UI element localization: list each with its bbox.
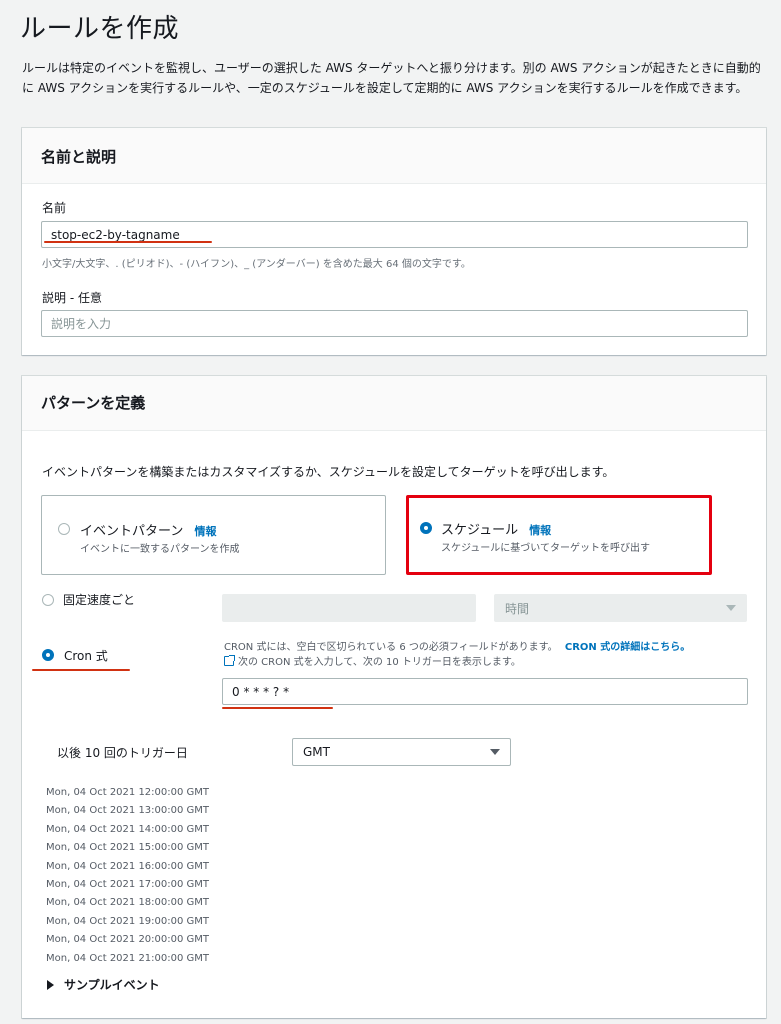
caret-down-icon xyxy=(726,605,736,611)
name-hint: 小文字/大文字、. (ピリオド)、- (ハイフン)、_ (アンダーバー) を含め… xyxy=(42,259,471,270)
radio-icon[interactable] xyxy=(58,523,70,535)
trigger-date: Mon, 04 Oct 2021 21:00:00 GMT xyxy=(46,952,210,964)
annotation-underline-cron-input xyxy=(222,707,333,709)
trigger-dates-label: 以後 10 回のトリガー日 xyxy=(57,746,188,760)
trigger-date: Mon, 04 Oct 2021 12:00:00 GMT xyxy=(46,787,210,798)
cron-help: CRON 式には、空白で区切られている 6 つの必須フィールドがあります。 CR… xyxy=(224,640,748,670)
pattern-intro: イベントパターンを構築またはカスタマイズするか、スケジュールを設定してターゲット… xyxy=(42,465,615,479)
fixed-rate-unit-select[interactable]: 時間 xyxy=(494,594,747,622)
fixed-rate-label: 固定速度ごと xyxy=(63,593,136,607)
name-label: 名前 xyxy=(42,201,67,215)
trigger-date: Mon, 04 Oct 2021 16:00:00 GMT xyxy=(46,860,210,872)
trigger-date: Mon, 04 Oct 2021 18:00:00 GMT xyxy=(46,897,210,909)
event-pattern-tile[interactable]: イベントパターン 情報 イベントに一致するパターンを作成 xyxy=(41,495,386,575)
trigger-date: Mon, 04 Oct 2021 14:00:00 GMT xyxy=(46,823,210,835)
name-input[interactable]: stop-ec2-by-tagname xyxy=(41,221,748,248)
annotation-box-schedule xyxy=(406,495,712,575)
cron-details-link[interactable]: CRON 式の詳細はこちら。 xyxy=(565,642,690,653)
cron-expression-input[interactable]: 0 * * * ? * xyxy=(222,678,748,705)
cron-expression-value: 0 * * * ? * xyxy=(232,684,290,699)
card-header: パターンを定義 xyxy=(22,376,766,431)
sample-event-label: サンプルイベント xyxy=(64,978,160,992)
sample-event-toggle[interactable]: サンプルイベント xyxy=(47,976,160,993)
event-pattern-title: イベントパターン xyxy=(80,524,184,539)
page-title: ルールを作成 xyxy=(20,14,180,44)
trigger-date: Mon, 04 Oct 2021 15:00:00 GMT xyxy=(46,842,210,854)
timezone-value: GMT xyxy=(303,745,330,759)
caret-down-icon xyxy=(490,749,500,755)
trigger-dates-list: Mon, 04 Oct 2021 12:00:00 GMT Mon, 04 Oc… xyxy=(46,784,209,968)
cron-help-text-2: 次の CRON 式を入力して、次の 10 トリガー日を表示します。 xyxy=(238,657,521,668)
description-placeholder: 説明を入力 xyxy=(51,317,112,331)
trigger-date: Mon, 04 Oct 2021 13:00:00 GMT xyxy=(46,805,210,817)
page-description: ルールは特定のイベントを監視し、ユーザーの選択した AWS ターゲットへと振り分… xyxy=(22,61,761,95)
cron-label: Cron 式 xyxy=(64,649,108,663)
annotation-underline-cron xyxy=(32,669,130,671)
card-header: 名前と説明 xyxy=(22,128,766,184)
event-pattern-info-link[interactable]: 情報 xyxy=(194,525,216,538)
timezone-select[interactable]: GMT xyxy=(292,738,511,766)
event-pattern-subtitle: イベントに一致するパターンを作成 xyxy=(80,544,240,555)
card-title: パターンを定義 xyxy=(41,394,146,412)
name-input-value: stop-ec2-by-tagname xyxy=(51,227,180,242)
expand-arrow-icon xyxy=(47,979,54,990)
radio-icon[interactable] xyxy=(42,594,54,606)
cron-help-text: CRON 式には、空白で区切られている 6 つの必須フィールドがあります。 xyxy=(224,642,558,653)
annotation-underline-name xyxy=(44,241,212,243)
description-input[interactable]: 説明を入力 xyxy=(41,310,748,337)
trigger-date: Mon, 04 Oct 2021 20:00:00 GMT xyxy=(46,934,210,946)
radio-icon[interactable] xyxy=(42,649,54,661)
external-link-icon[interactable] xyxy=(224,655,235,666)
fixed-rate-value-input[interactable] xyxy=(222,594,476,622)
description-label: 説明 - 任意 xyxy=(42,291,102,305)
fixed-rate-unit-value: 時間 xyxy=(505,601,530,616)
trigger-date: Mon, 04 Oct 2021 17:00:00 GMT xyxy=(46,879,210,891)
trigger-date: Mon, 04 Oct 2021 19:00:00 GMT xyxy=(46,915,210,927)
card-title: 名前と説明 xyxy=(41,148,117,166)
